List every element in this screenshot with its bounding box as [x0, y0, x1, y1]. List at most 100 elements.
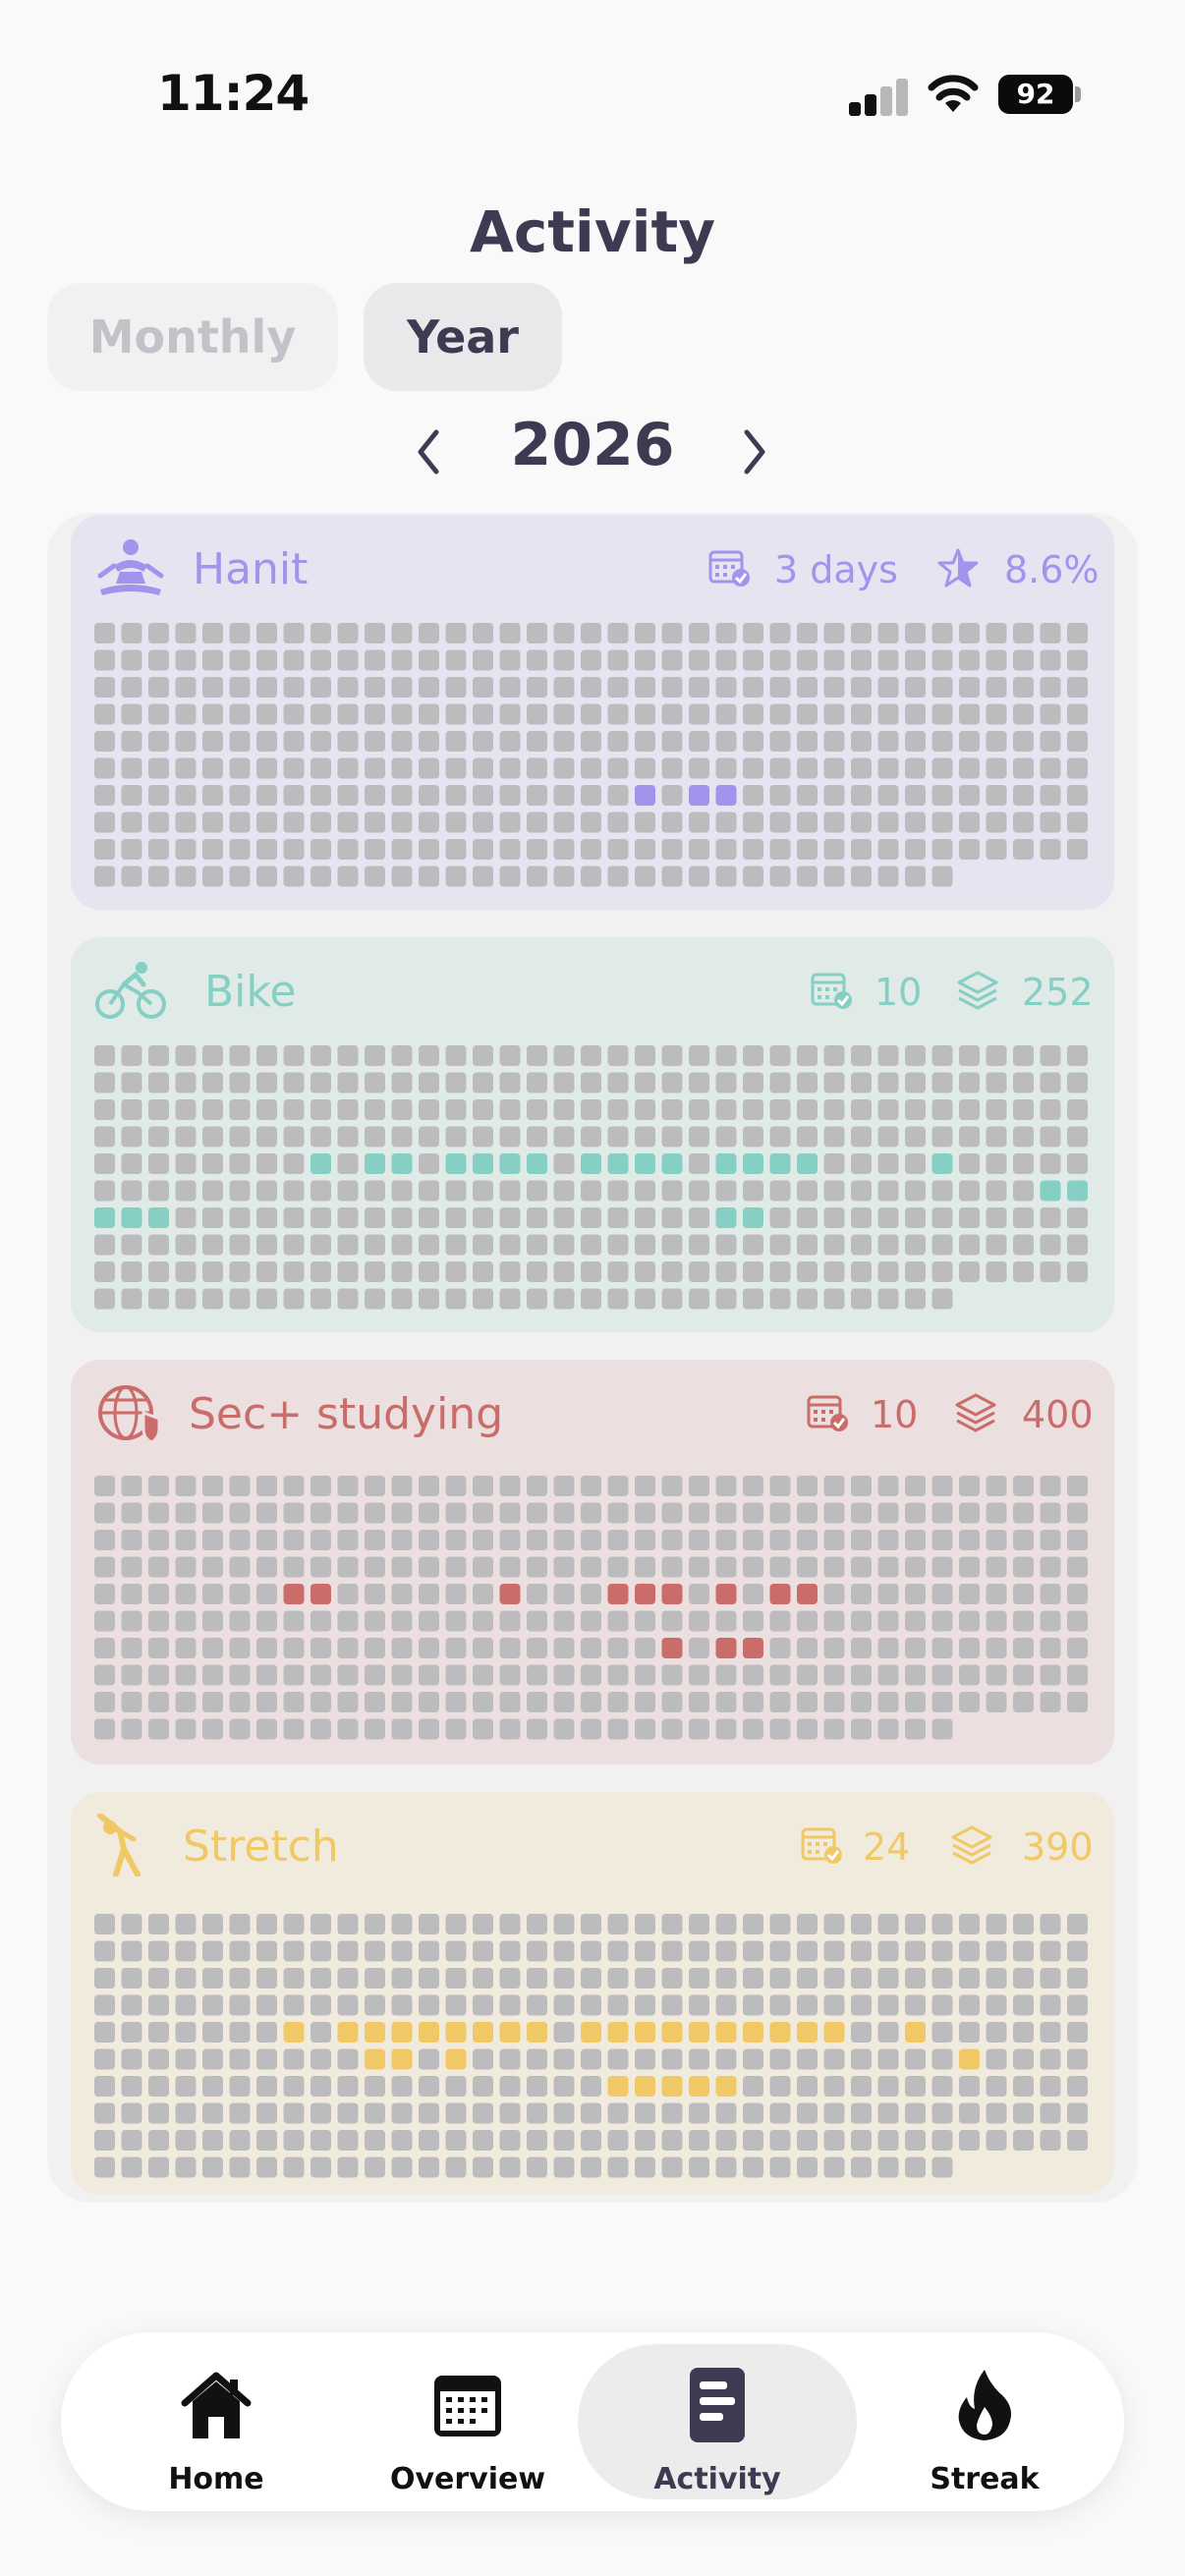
day-cell	[553, 1180, 575, 1202]
day-cell	[877, 1180, 899, 1202]
day-cell	[445, 1530, 467, 1550]
day-cell	[445, 812, 467, 833]
day-cell	[581, 1610, 601, 1632]
day-cell	[121, 1692, 142, 1712]
day-cell	[769, 1126, 791, 1148]
day-cell	[851, 1664, 872, 1686]
day-cell	[473, 1638, 493, 1658]
day-cell	[851, 866, 872, 887]
nav-overview[interactable]: Overview	[369, 2344, 566, 2499]
day-cell	[256, 2156, 277, 2178]
nav-home[interactable]: Home	[118, 2344, 314, 2499]
day-cell	[553, 2076, 575, 2097]
day-cell	[499, 731, 521, 752]
day-cell	[689, 1530, 709, 1550]
habit-card-sec-studying[interactable]: Sec+ studying 10 400	[71, 1360, 1114, 1764]
nav-streak[interactable]: Streak	[886, 2344, 1083, 2499]
day-cell	[823, 1126, 845, 1148]
day-cell	[445, 1476, 467, 1496]
day-cell	[1013, 1153, 1034, 1174]
day-cell	[256, 1994, 277, 2016]
day-cell	[148, 2102, 169, 2124]
day-cell	[256, 1476, 277, 1496]
habit-card-hanit[interactable]: Hanit 3 days 8.6%	[71, 515, 1114, 910]
day-cell	[337, 1207, 359, 1228]
day-cell	[661, 677, 683, 698]
tab-monthly[interactable]: Monthly	[47, 283, 338, 391]
day-cell	[256, 1556, 277, 1578]
day-cell	[635, 1072, 655, 1093]
day-cell	[419, 1126, 439, 1148]
day-cell	[121, 1584, 142, 1604]
day-cell	[365, 703, 385, 725]
chevron-left-icon[interactable]	[409, 424, 448, 479]
day-cell	[310, 2102, 331, 2124]
day-cell	[1067, 1072, 1088, 1093]
day-cell	[905, 2076, 926, 2097]
day-cell	[581, 839, 601, 860]
day-cell	[121, 1153, 142, 1174]
day-cell	[905, 757, 926, 779]
day-cell	[175, 2156, 197, 2178]
day-cell	[1067, 1476, 1088, 1496]
day-cell	[202, 2102, 223, 2124]
day-cell	[905, 1914, 926, 1934]
day-cell	[1040, 1968, 1061, 1988]
day-cell	[121, 1502, 142, 1524]
day-cell	[256, 1288, 277, 1310]
day-cell	[797, 2048, 818, 2070]
day-cell	[877, 1664, 899, 1686]
day-cell	[445, 2130, 467, 2151]
chevron-right-icon[interactable]	[735, 424, 774, 479]
day-cell-done	[715, 785, 737, 806]
day-cell	[256, 1530, 277, 1550]
day-cell	[94, 1288, 115, 1310]
day-cell	[877, 731, 899, 752]
day-cell	[607, 1045, 629, 1066]
day-cell	[635, 1718, 655, 1740]
day-cell	[148, 2130, 169, 2151]
day-cell	[445, 703, 467, 725]
habit-card-stretch[interactable]: Stretch 24 390	[71, 1792, 1114, 2195]
day-cell	[877, 2102, 899, 2124]
stat-days: 3 days	[774, 548, 898, 591]
globe-shield-icon	[98, 1385, 161, 1444]
day-cell	[553, 649, 575, 671]
day-cell	[635, 1610, 655, 1632]
day-cell	[391, 1584, 413, 1604]
day-cell	[202, 1994, 223, 2016]
day-cell	[445, 1718, 467, 1740]
day-cell	[986, 785, 1007, 806]
day-cell	[419, 757, 439, 779]
day-cell	[175, 677, 197, 698]
day-cell	[797, 1234, 818, 1256]
day-cell	[877, 839, 899, 860]
day-cell	[473, 1610, 493, 1632]
day-cell	[581, 1968, 601, 1988]
day-cell	[337, 2048, 359, 2070]
day-cell	[94, 757, 115, 779]
day-cell	[337, 1718, 359, 1740]
status-time: 11:24	[157, 65, 310, 122]
tab-year[interactable]: Year	[364, 283, 562, 391]
day-cell	[797, 1914, 818, 1934]
nav-activity[interactable]: Activity	[578, 2344, 857, 2499]
day-cell	[527, 2156, 547, 2178]
day-cell	[445, 1180, 467, 1202]
day-cell-done	[743, 1638, 763, 1658]
habit-card-bike[interactable]: Bike 10 252	[71, 937, 1114, 1332]
day-cell	[769, 1234, 791, 1256]
day-cell-done	[473, 2022, 493, 2043]
day-cell	[148, 1045, 169, 1066]
day-cell	[337, 839, 359, 860]
nav-label: Home	[168, 2462, 264, 2496]
day-cell	[365, 623, 385, 644]
day-cell	[229, 703, 251, 725]
day-cell	[607, 1180, 629, 1202]
day-cell	[769, 812, 791, 833]
day-cell	[1013, 1940, 1034, 1962]
day-cell	[473, 2156, 493, 2178]
day-cell-done	[769, 1584, 791, 1604]
day-cell	[229, 1126, 251, 1148]
day-cell	[823, 1968, 845, 1988]
